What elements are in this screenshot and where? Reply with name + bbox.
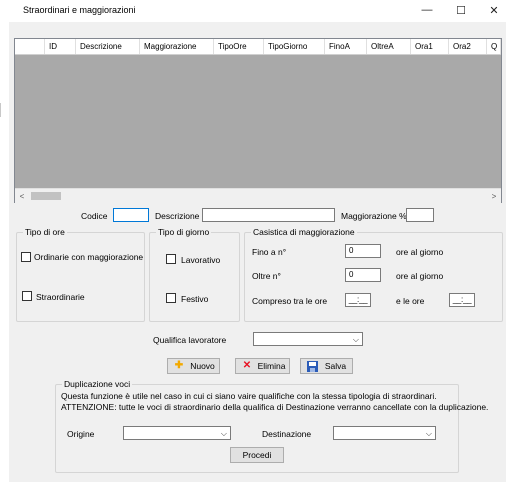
fino-label: Fino a n° [252,247,287,257]
maggiorazione-input[interactable] [406,208,434,222]
duplicazione-info-1: Questa funzione è utile nel caso in cui … [61,391,437,401]
salva-label: Salva [324,361,347,371]
right-background [506,22,512,486]
main-window: Straordinari e maggiorazioni — ☐ ✕ ID De… [0,0,512,486]
chevron-down-icon: ⌵ [220,429,227,438]
column-header-ora1[interactable]: Ora1 [411,39,449,54]
tipo-giorno-group: Tipo di giorno [149,227,240,322]
column-header-oltrea[interactable]: OltreA [367,39,411,54]
maggiorazione-label: Maggiorazione % [341,211,407,221]
codice-input[interactable] [113,208,149,222]
lavorativo-label[interactable]: Lavorativo [181,255,220,265]
column-header-tipogiorno[interactable]: TipoGiorno [264,39,325,54]
scroll-thumb[interactable] [31,192,61,200]
e-le-ore-label: e le ore [396,296,425,306]
elimina-label: Elimina [257,361,286,371]
edge-mark [0,103,1,117]
straordinarie-checkbox[interactable] [22,291,32,301]
scroll-right-icon[interactable]: > [487,189,501,203]
column-header-maggiorazione[interactable]: Maggiorazione [140,39,214,54]
procedi-label: Procedi [242,450,272,460]
nuovo-label: Nuovo [190,361,215,371]
destinazione-label: Destinazione [262,429,312,439]
lavorativo-checkbox[interactable] [166,254,176,264]
scroll-left-icon[interactable]: < [15,189,29,203]
duplicazione-info-2: ATTENZIONE: tutte le voci di straordinar… [61,402,489,412]
nuovo-button[interactable]: ✚ Nuovo [167,358,220,374]
festivo-label[interactable]: Festivo [181,294,208,304]
casistica-title: Casistica di maggiorazione [251,227,357,237]
records-grid[interactable]: ID Descrizione Maggiorazione TipoOre Tip… [14,38,502,203]
close-button[interactable]: ✕ [477,0,511,20]
window-title: Straordinari e maggiorazioni [23,5,136,15]
add-icon: ✚ [174,360,184,371]
column-header-q[interactable]: Q [487,39,501,54]
oltre-input[interactable]: 0 [345,268,381,282]
column-header-ora2[interactable]: Ora2 [449,39,487,54]
codice-label: Codice [81,211,108,221]
tipo-giorno-title: Tipo di giorno [156,227,212,237]
maximize-button[interactable]: ☐ [444,0,478,20]
bottom-background [0,482,512,486]
save-icon [305,359,319,373]
procedi-button[interactable]: Procedi [230,447,284,463]
grid-header: ID Descrizione Maggiorazione TipoOre Tip… [15,39,501,55]
title-bar: Straordinari e maggiorazioni — ☐ ✕ [0,0,512,22]
horizontal-scrollbar[interactable]: < > [15,188,501,203]
origine-label: Origine [67,429,95,439]
column-header-selector[interactable] [15,39,45,54]
column-header-descrizione[interactable]: Descrizione [76,39,140,54]
column-header-tipoore[interactable]: TipoOre [214,39,264,54]
festivo-checkbox[interactable] [166,293,176,303]
descrizione-label: Descrizione [155,211,200,221]
oltre-unit-label: ore al giorno [396,271,444,281]
ordinarie-checkbox[interactable] [21,252,31,262]
compreso-from-input[interactable]: __:__ [345,293,371,307]
minimize-button[interactable]: — [410,0,444,20]
ordinarie-label[interactable]: Ordinarie con maggiorazione [34,252,143,262]
tipo-ore-group: Tipo di ore [16,227,145,322]
oltre-label: Oltre n° [252,271,281,281]
compreso-to-input[interactable]: __:__ [449,293,475,307]
column-header-finoa[interactable]: FinoA [325,39,367,54]
straordinarie-label[interactable]: Straordinarie [36,292,85,302]
qualifica-label: Qualifica lavoratore [153,335,227,345]
tipo-ore-title: Tipo di ore [23,227,67,237]
duplicazione-title: Duplicazione voci [62,379,133,389]
fino-unit-label: ore al giorno [396,247,444,257]
elimina-button[interactable]: ✕ Elimina [235,358,290,374]
compreso-label: Compreso tra le ore [252,296,328,306]
column-header-id[interactable]: ID [45,39,76,54]
destinazione-select[interactable]: ⌵ [333,426,436,440]
delete-icon: ✕ [242,360,252,371]
qualifica-select[interactable]: ⌵ [253,332,363,346]
chevron-down-icon: ⌵ [425,429,432,438]
salva-button[interactable]: Salva [300,358,353,374]
origine-select[interactable]: ⌵ [123,426,231,440]
chevron-down-icon: ⌵ [352,335,359,344]
left-background [0,22,9,486]
descrizione-input[interactable] [202,208,335,222]
fino-input[interactable]: 0 [345,244,381,258]
